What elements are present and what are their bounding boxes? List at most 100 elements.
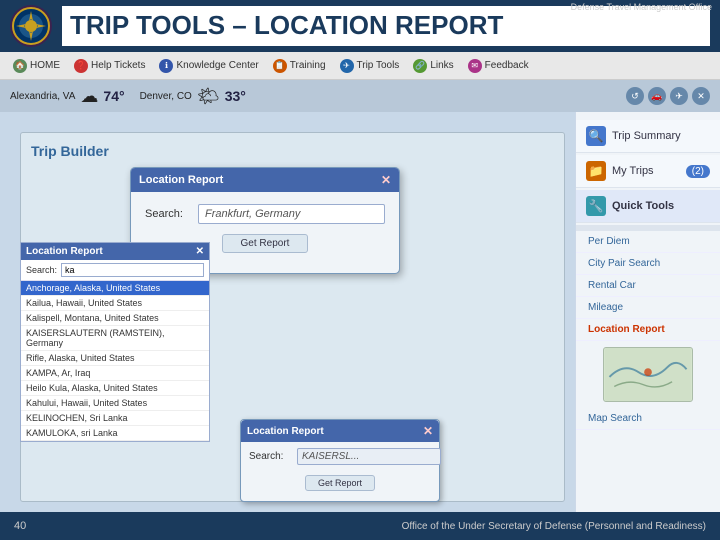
page-number: 40	[14, 520, 26, 532]
knowledge-icon: ℹ	[159, 59, 173, 73]
quick-tools-label: Quick Tools	[612, 200, 674, 212]
autocomplete-item-9[interactable]: KAMULOKA, sri Lanka	[21, 426, 209, 441]
footer-text: Office of the Under Secretary of Defense…	[402, 521, 706, 532]
nav-knowledge-label: Knowledge Center	[176, 60, 258, 71]
autocomplete-title: Location Report	[26, 246, 103, 257]
dialog-main-search-label: Search:	[145, 208, 190, 220]
autocomplete-item-7[interactable]: Kahului, Hawaii, United States	[21, 396, 209, 411]
my-trips-label: My Trips	[612, 165, 654, 177]
my-trips-badge: (2)	[686, 165, 710, 178]
trip-summary-button[interactable]: 🔍 Trip Summary	[576, 120, 720, 153]
my-trips-section: 📁 My Trips (2)	[576, 155, 720, 188]
nav-knowledge[interactable]: ℹ Knowledge Center	[154, 57, 263, 75]
help-icon: ❓	[74, 59, 88, 73]
nav-trip-tools-label: Trip Tools	[357, 60, 400, 71]
autocomplete-item-6[interactable]: Heilo Kula, Alaska, United States	[21, 381, 209, 396]
cloud2-icon: 🌤	[197, 86, 220, 107]
dialog-main-title: Location Report	[139, 174, 223, 186]
dialog-third-search-input[interactable]	[297, 448, 441, 465]
nav-training-label: Training	[290, 60, 326, 71]
dialog-third-body: Search: Get Report	[241, 442, 439, 501]
nav-help-tickets[interactable]: ❓ Help Tickets	[69, 57, 150, 75]
autocomplete-close[interactable]: ✕	[196, 246, 204, 257]
weather-bar: Alexandria, VA ☁ 74° Denver, CO 🌤 33° ↺ …	[0, 80, 720, 112]
close-weather-button[interactable]: ✕	[692, 87, 710, 105]
trip-tools-icon: ✈	[340, 59, 354, 73]
links-icon: 🔗	[413, 59, 427, 73]
autocomplete-item-5[interactable]: KAMPA, Ar, Iraq	[21, 366, 209, 381]
rental-car-link[interactable]: Rental Car	[576, 275, 720, 297]
dialog-third-search-label: Search:	[249, 451, 289, 462]
header: TRIP TOOLS – LOCATION REPORT Defense Tra…	[0, 0, 720, 52]
nav-home-label: HOME	[30, 60, 60, 71]
right-sidebar: 🔍 Trip Summary 📁 My Trips (2) 🔧 Quick To…	[575, 112, 720, 512]
nav-training[interactable]: 📋 Training	[268, 57, 331, 75]
nav-feedback-label: Feedback	[485, 60, 529, 71]
trip-summary-label: Trip Summary	[612, 130, 681, 142]
car-icon[interactable]: 🚗	[648, 87, 666, 105]
wrench-icon: 🔧	[586, 196, 606, 216]
nav-help-label: Help Tickets	[91, 60, 145, 71]
main-content: Trip Builder Location Report ✕ Search: G…	[0, 112, 720, 512]
autocomplete-search-input[interactable]	[61, 263, 204, 277]
dialog-third-get-report-button[interactable]: Get Report	[305, 475, 375, 491]
dialog-third-search-row: Search:	[249, 448, 431, 465]
folder-icon: 📁	[586, 161, 606, 181]
autocomplete-item-0[interactable]: Anchorage, Alaska, United States	[21, 281, 209, 296]
feedback-icon: ✉	[468, 59, 482, 73]
map-search-link[interactable]: Map Search	[576, 408, 720, 430]
per-diem-link[interactable]: Per Diem	[576, 231, 720, 253]
dialog-main-get-report-button[interactable]: Get Report	[222, 234, 309, 253]
dialog-main-search-row: Search:	[145, 204, 385, 224]
dialog-main-titlebar: Location Report ✕	[131, 168, 399, 192]
autocomplete-item-1[interactable]: Kailua, Hawaii, United States	[21, 296, 209, 311]
training-icon: 📋	[273, 59, 287, 73]
autocomplete-panel: Location Report ✕ Search: Anchorage, Ala…	[20, 242, 210, 442]
dtmo-logo	[10, 5, 52, 47]
dialog-third-close[interactable]: ✕	[423, 424, 433, 438]
nav-links[interactable]: 🔗 Links	[408, 57, 458, 75]
autocomplete-header: Location Report ✕	[21, 243, 209, 260]
weather-city2: Denver, CO 🌤 33°	[140, 86, 246, 107]
magnifier-icon: 🔍	[586, 126, 606, 146]
weather-city1: Alexandria, VA ☁ 74°	[10, 86, 125, 107]
autocomplete-item-4[interactable]: Rifle, Alaska, United States	[21, 351, 209, 366]
nav-bar: 🏠 HOME ❓ Help Tickets ℹ Knowledge Center…	[0, 52, 720, 80]
autocomplete-search-label: Search:	[26, 265, 57, 275]
home-icon: 🏠	[13, 59, 27, 73]
footer: 40 Office of the Under Secretary of Defe…	[0, 512, 720, 540]
center-area: Trip Builder Location Report ✕ Search: G…	[0, 112, 575, 512]
map-thumbnail[interactable]	[603, 347, 693, 402]
my-trips-button[interactable]: 📁 My Trips (2)	[576, 155, 720, 188]
autocomplete-search-row: Search:	[21, 260, 209, 281]
refresh-button[interactable]: ↺	[626, 87, 644, 105]
nav-home[interactable]: 🏠 HOME	[8, 57, 65, 75]
city1-name: Alexandria, VA	[10, 91, 75, 102]
trip-summary-section: 🔍 Trip Summary	[576, 120, 720, 153]
autocomplete-item-8[interactable]: KELINOCHEN, Sri Lanka	[21, 411, 209, 426]
city2-name: Denver, CO	[140, 91, 192, 102]
temp1-value: 74°	[103, 88, 124, 104]
mileage-link[interactable]: Mileage	[576, 297, 720, 319]
autocomplete-item-2[interactable]: Kalispell, Montana, United States	[21, 311, 209, 326]
dialog-main-close[interactable]: ✕	[381, 173, 391, 187]
quick-tools-button[interactable]: 🔧 Quick Tools	[576, 190, 720, 223]
nav-feedback[interactable]: ✉ Feedback	[463, 57, 534, 75]
dialog-third: Location Report ✕ Search: Get Report	[240, 419, 440, 502]
city-pair-link[interactable]: City Pair Search	[576, 253, 720, 275]
weather-controls: ↺ 🚗 ✈ ✕	[626, 87, 710, 105]
nav-trip-tools[interactable]: ✈ Trip Tools	[335, 57, 405, 75]
nav-links-label: Links	[430, 60, 453, 71]
trip-builder-label: Trip Builder	[31, 143, 109, 159]
temp2-value: 33°	[225, 88, 246, 104]
dialog-third-titlebar: Location Report ✕	[241, 420, 439, 442]
dialog-third-title: Location Report	[247, 426, 324, 437]
location-report-link[interactable]: Location Report	[576, 319, 720, 341]
autocomplete-item-3[interactable]: KAISERSLAUTERN (RAMSTEIN), Germany	[21, 326, 209, 351]
page-title: TRIP TOOLS – LOCATION REPORT	[62, 6, 710, 45]
dialog-main-search-input[interactable]	[198, 204, 385, 224]
quick-tools-section: 🔧 Quick Tools	[576, 190, 720, 223]
dtmo-label: Defense Travel Management Office	[571, 2, 712, 12]
plane-icon[interactable]: ✈	[670, 87, 688, 105]
cloud1-icon: ☁	[80, 86, 98, 107]
